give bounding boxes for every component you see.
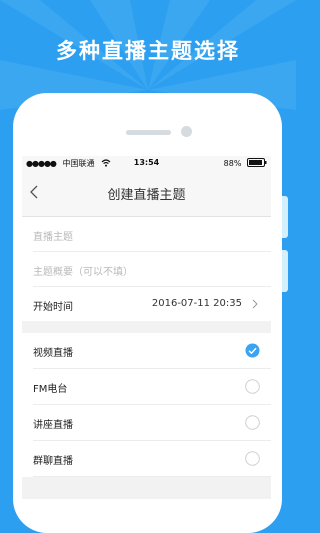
option-video-live[interactable]: 视频直播 xyxy=(33,333,271,369)
phone-side-button xyxy=(282,250,288,292)
unchecked-circle-icon[interactable] xyxy=(245,379,260,394)
navigation-bar: 创建直播主题 xyxy=(22,171,271,217)
live-type-options: 视频直播 FM电台 讲座直播 群聊直播 xyxy=(22,333,271,477)
start-time-row[interactable]: 开始时间 2016-07-11 20:35 xyxy=(33,287,271,321)
option-label: 视频直播 xyxy=(33,348,73,359)
option-lecture-live[interactable]: 讲座直播 xyxy=(33,405,271,441)
battery-icon xyxy=(247,158,267,167)
phone-side-button xyxy=(282,196,288,238)
start-time-label: 开始时间 xyxy=(33,302,73,313)
status-bar: ●●●●● 中国联通 13:54 88% xyxy=(22,156,271,171)
page-title: 创建直播主题 xyxy=(107,188,186,203)
phone-camera xyxy=(181,126,192,137)
topic-placeholder: 直播主题 xyxy=(33,232,73,243)
phone-screen: ●●●●● 中国联通 13:54 88% 创建直播主题 直播主题 主题概要（可以… xyxy=(22,156,271,499)
chevron-right-icon xyxy=(252,299,258,309)
phone-speaker xyxy=(126,130,171,135)
battery-percent: 88% xyxy=(223,159,242,168)
option-group-chat-live[interactable]: 群聊直播 xyxy=(33,441,271,477)
start-time-value: 2016-07-11 20:35 xyxy=(151,298,242,309)
checked-circle-icon[interactable] xyxy=(245,343,260,358)
promo-title: 多种直播主题选择 xyxy=(56,39,240,63)
summary-placeholder: 主题概要（可以不填） xyxy=(33,267,133,278)
option-label: 群聊直播 xyxy=(33,456,73,467)
unchecked-circle-icon[interactable] xyxy=(245,415,260,430)
topic-form: 直播主题 主题概要（可以不填） 开始时间 2016-07-11 20:35 xyxy=(22,217,271,321)
unchecked-circle-icon[interactable] xyxy=(245,451,260,466)
option-label: FM电台 xyxy=(33,384,68,395)
option-label: 讲座直播 xyxy=(33,420,73,431)
status-right: 88% xyxy=(224,158,267,168)
summary-input[interactable]: 主题概要（可以不填） xyxy=(33,252,271,287)
topic-input[interactable]: 直播主题 xyxy=(33,217,271,252)
option-fm-radio[interactable]: FM电台 xyxy=(33,369,271,405)
